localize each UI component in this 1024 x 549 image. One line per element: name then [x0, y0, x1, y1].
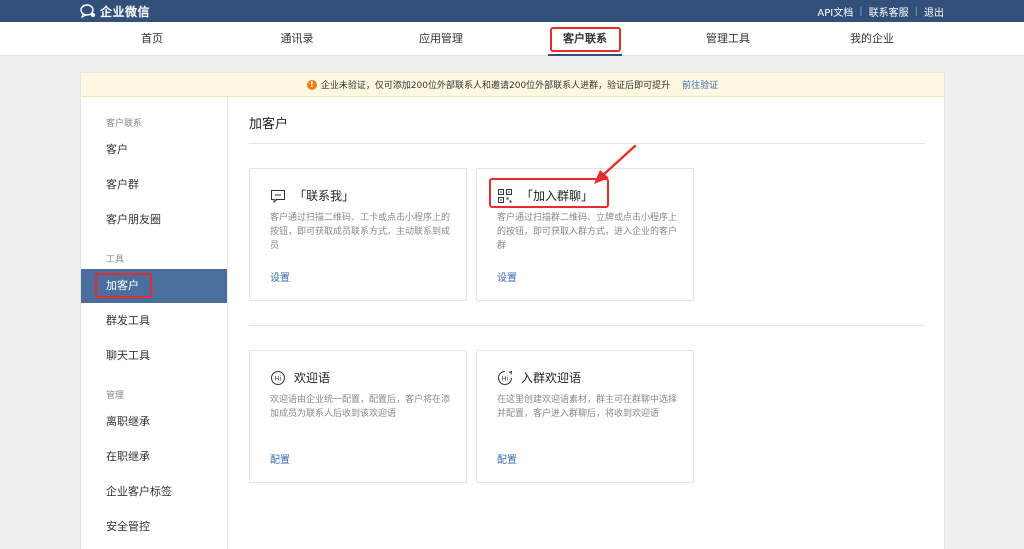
- card-description: 客户通过扫描二维码、工卡或点击小程序上的按钮，即可获取成员联系方式，主动联系到成…: [270, 213, 451, 251]
- hi-bubble-icon: Hi: [271, 370, 285, 385]
- svg-text:Hi: Hi: [275, 374, 282, 382]
- chat-bubble-icon: [271, 189, 285, 203]
- contact-me-settings-link[interactable]: 设置: [270, 269, 290, 284]
- wecom-logo-icon: [80, 4, 95, 18]
- sidebar-group-customer-contact: 客户联系: [106, 119, 143, 129]
- sidebar-item-customer-groups[interactable]: 客户群: [81, 168, 227, 202]
- nav-my-enterprise[interactable]: 我的企业: [827, 22, 917, 56]
- join-group-settings-link[interactable]: 设置: [497, 269, 517, 284]
- api-docs-link[interactable]: API文档: [817, 4, 853, 19]
- nav-home[interactable]: 首页: [107, 22, 197, 56]
- card-description: 在这里创建欢迎语素材，群主可在群聊中选择并配置，客户进入群聊后，将收到欢迎语: [497, 395, 678, 419]
- notice-text: 企业未验证，仅可添加200位外部联系人和邀请200位外部联系人进群，验证后即可提…: [320, 81, 671, 91]
- card-title: 「联系我」: [294, 189, 355, 203]
- sidebar-item-active-inheritance[interactable]: 在职继承: [81, 440, 227, 474]
- card-title: 欢迎语: [294, 371, 331, 385]
- sidebar-item-security-control[interactable]: 安全管控: [81, 510, 227, 544]
- main-nav: 首页 通讯录 应用管理 客户联系 管理工具 我的企业: [0, 22, 1024, 56]
- highlight-box-sidebar: [95, 273, 152, 298]
- nav-contacts[interactable]: 通讯录: [252, 22, 342, 56]
- card-welcome-message: Hi 欢迎语 欢迎语由企业统一配置，配置后，客户将在添加成员为联系人后收到该欢迎…: [249, 350, 467, 483]
- sidebar-item-chat-tool[interactable]: 聊天工具: [81, 339, 227, 373]
- card-header: Hi 欢迎语: [270, 369, 330, 386]
- card-title: 入群欢迎语: [521, 371, 582, 385]
- welcome-configure-link[interactable]: 配置: [270, 451, 290, 466]
- sidebar-item-resigned-inheritance[interactable]: 离职继承: [81, 405, 227, 439]
- page-title: 加客户: [249, 117, 289, 132]
- verify-link[interactable]: 前往验证: [682, 78, 718, 91]
- warning-icon: !: [306, 79, 317, 90]
- group-hi-bubble-icon: Hi: [498, 370, 513, 385]
- group-welcome-configure-link[interactable]: 配置: [497, 451, 517, 466]
- logo-text: 企业微信: [100, 4, 151, 19]
- verification-notice: ! 企业未验证，仅可添加200位外部联系人和邀请200位外部联系人进群，验证后即…: [81, 73, 944, 97]
- top-link-separator: |: [859, 6, 863, 17]
- top-link-separator: |: [914, 6, 918, 17]
- card-description: 欢迎语由企业统一配置，配置后，客户将在添加成员为联系人后收到该欢迎语: [270, 395, 451, 419]
- sidebar-item-moments[interactable]: 客户朋友圈: [81, 203, 227, 237]
- card-header: 「联系我」: [270, 187, 354, 204]
- sidebar-item-customer-tags[interactable]: 企业客户标签: [81, 475, 227, 509]
- card-contact-me: 「联系我」 客户通过扫描二维码、工卡或点击小程序上的按钮，即可获取成员联系方式，…: [249, 168, 467, 301]
- nav-app-management[interactable]: 应用管理: [396, 22, 486, 56]
- sidebar-item-broadcast-tool[interactable]: 群发工具: [81, 304, 227, 338]
- card-description: 客户通过扫描群二维码、立牌或点击小程序上的按钮，即可获取入群方式，进入企业的客户…: [497, 213, 678, 251]
- logo[interactable]: 企业微信: [80, 3, 150, 19]
- sidebar-group-management: 管理: [106, 391, 125, 401]
- annotation-arrow-icon: [594, 144, 637, 184]
- section-divider: [249, 325, 925, 326]
- svg-text:Hi: Hi: [502, 374, 509, 382]
- top-links: API文档 | 联系客服 | 退出: [817, 4, 944, 19]
- main-panel: ! 企业未验证，仅可添加200位外部联系人和邀请200位外部联系人进群，验证后即…: [80, 72, 945, 549]
- sidebar-group-tools: 工具: [106, 255, 125, 265]
- contact-support-link[interactable]: 联系客服: [869, 4, 909, 19]
- sidebar-item-customers[interactable]: 客户: [81, 133, 227, 167]
- logout-link[interactable]: 退出: [924, 4, 944, 19]
- highlight-box-nav: [550, 27, 621, 52]
- card-group-welcome-message: Hi 入群欢迎语 在这里创建欢迎语素材，群主可在群聊中选择并配置，客户进入群聊后…: [476, 350, 694, 483]
- top-bar: 企业微信 API文档 | 联系客服 | 退出: [0, 0, 1024, 22]
- nav-management-tools[interactable]: 管理工具: [683, 22, 773, 56]
- sidebar: 客户联系 客户 客户群 客户朋友圈 工具 加客户 群发工具 聊天工具 管理 离职…: [81, 97, 228, 549]
- card-header: Hi 入群欢迎语: [497, 369, 581, 386]
